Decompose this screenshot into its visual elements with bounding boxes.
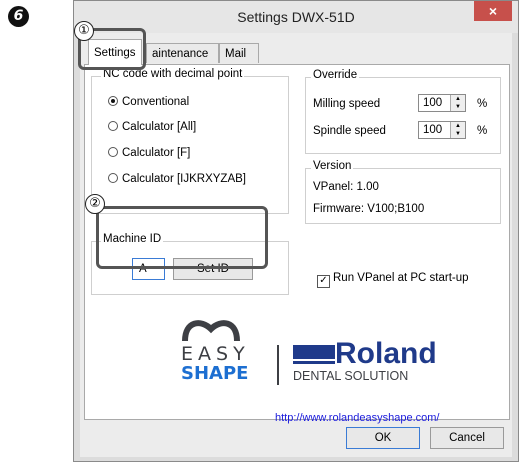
ok-button[interactable]: OK — [346, 427, 420, 449]
callout-number-2: ② — [85, 194, 105, 214]
radio-label: Calculator [IJKRXYZAB] — [122, 173, 246, 185]
website-link[interactable]: http://www.rolandeasyshape.com/ — [275, 412, 439, 424]
run-at-startup-checkbox[interactable]: ✓ Run VPanel at PC start-up — [317, 272, 469, 288]
spindle-speed-unit: % — [477, 125, 488, 137]
window-title: Settings DWX-51D — [237, 9, 355, 25]
tooth-arc-icon — [182, 320, 240, 342]
radio-indicator — [108, 121, 118, 131]
easy-shape-roland-logo: EASY SHAPE Roland DENTAL SOLUTION — [181, 317, 437, 399]
tab-maintenance[interactable]: aintenance — [146, 43, 219, 63]
close-button[interactable]: × — [474, 1, 512, 21]
logo-dental-solution-text: DENTAL SOLUTION — [293, 369, 409, 383]
roland-bar-icon — [293, 361, 335, 364]
run-at-startup-label: Run VPanel at PC start-up — [333, 272, 469, 284]
settings-window: Settings DWX-51D × Settings aintenance M… — [73, 0, 519, 462]
milling-speed-spinner[interactable]: 100 ▲ ▼ — [418, 94, 466, 112]
radio-selected-indicator — [108, 96, 118, 106]
radio-label: Conventional — [122, 96, 190, 108]
spindle-speed-value: 100 — [423, 124, 443, 136]
radio-indicator — [108, 147, 118, 157]
logo-divider — [277, 345, 279, 385]
step-number-badge: 6 — [8, 6, 29, 27]
version-group-label: Version — [311, 160, 354, 172]
version-group — [305, 168, 501, 224]
override-group — [305, 77, 501, 154]
milling-speed-label: Milling speed — [313, 98, 381, 110]
callout-frame-machine-id — [96, 206, 268, 269]
radio-label: Calculator [F] — [122, 147, 191, 159]
radio-calculator-ijkrxyzab[interactable]: Calculator [IJKRXYZAB] — [108, 173, 246, 185]
spindle-speed-label: Spindle speed — [313, 125, 386, 137]
cancel-button[interactable]: Cancel — [430, 427, 504, 449]
logo-easy-text: EASY — [181, 343, 250, 365]
override-group-label: Override — [311, 69, 360, 81]
spindle-speed-spinner[interactable]: 100 ▲ ▼ — [418, 121, 466, 139]
tab-mail[interactable]: Mail — [219, 43, 259, 63]
roland-block-icon — [293, 345, 335, 359]
radio-calculator-f[interactable]: Calculator [F] — [108, 147, 190, 159]
spin-arrows-icon[interactable]: ▲ ▼ — [450, 95, 465, 111]
radio-calculator-all[interactable]: Calculator [All] — [108, 121, 196, 133]
logo-shape-text: SHAPE — [181, 363, 249, 384]
milling-speed-unit: % — [477, 98, 488, 110]
logo-roland-text: Roland — [335, 337, 437, 370]
vpanel-version: VPanel: 1.00 — [313, 181, 379, 193]
checkmark-icon: ✓ — [317, 275, 330, 288]
callout-number-1: ① — [74, 21, 94, 41]
radio-label: Calculator [All] — [122, 121, 197, 133]
firmware-version: Firmware: V100;B100 — [313, 203, 425, 215]
milling-speed-value: 100 — [423, 97, 443, 109]
radio-conventional[interactable]: Conventional — [108, 96, 189, 108]
spin-arrows-icon[interactable]: ▲ ▼ — [450, 122, 465, 138]
radio-indicator — [108, 173, 118, 183]
